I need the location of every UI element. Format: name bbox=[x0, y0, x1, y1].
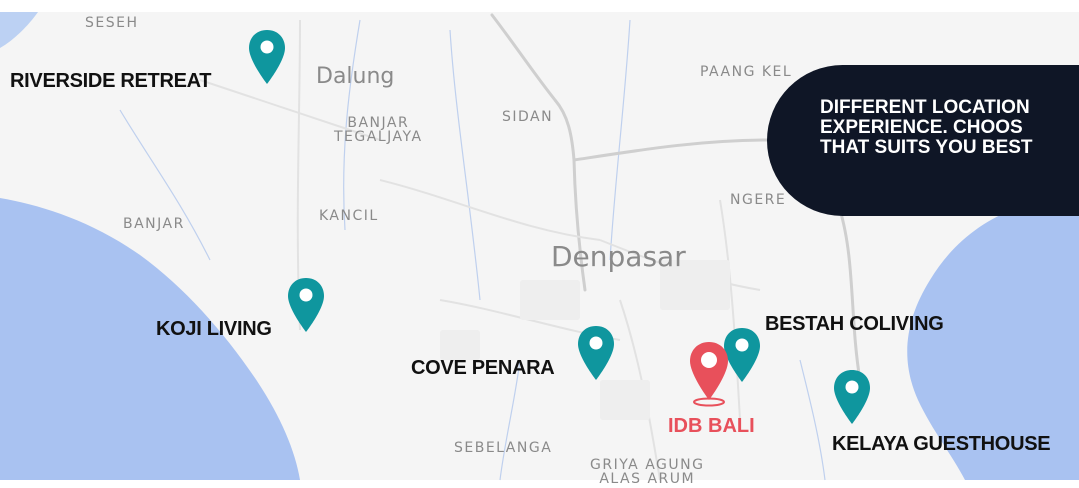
area-label-sidan: SIDAN bbox=[502, 109, 554, 125]
area-label-paang-kelod: PAANG KEL bbox=[700, 64, 793, 80]
map-pin-icon[interactable] bbox=[687, 340, 731, 408]
location-label-riverside-retreat[interactable]: RIVERSIDE RETREAT bbox=[10, 70, 212, 93]
location-label-koji-living[interactable]: KOJI LIVING bbox=[156, 318, 272, 341]
location-label-cove-penara[interactable]: COVE PENARA bbox=[411, 357, 555, 380]
callout-text: DIFFERENT LOCATION EXPERIENCE. CHOOS THA… bbox=[820, 97, 1033, 158]
city-label-denpasar: Denpasar bbox=[551, 240, 686, 273]
area-label-kancil: KANCIL bbox=[319, 208, 379, 224]
area-label-banjar-tegaljaya: BANJAR TEGALJAYA bbox=[334, 115, 423, 145]
info-callout: DIFFERENT LOCATION EXPERIENCE. CHOOS THA… bbox=[767, 65, 1079, 216]
location-label-idb-bali[interactable]: IDB BALI bbox=[668, 415, 755, 438]
area-label-ngereh: NGERE bbox=[730, 192, 787, 208]
map-pin-icon[interactable] bbox=[832, 368, 872, 428]
map-pin-icon[interactable] bbox=[576, 324, 616, 384]
area-label-sebelanga: SEBELANGA bbox=[454, 440, 553, 456]
location-label-kelaya-guesthouse[interactable]: KELAYA GUESTHOUSE bbox=[832, 433, 1051, 456]
map-pin-icon[interactable] bbox=[247, 28, 287, 88]
map-pin-icon[interactable] bbox=[286, 276, 326, 336]
location-label-bestah-coliving[interactable]: BESTAH COLIVING bbox=[765, 313, 944, 336]
area-label-griya-agung: GRIYA AGUNG ALAS ARUM bbox=[590, 457, 705, 487]
city-label-dalung: Dalung bbox=[316, 64, 395, 89]
area-label-seseh: SESEH bbox=[85, 15, 139, 31]
area-label-banjar: BANJAR bbox=[123, 216, 185, 232]
map-canvas[interactable]: SESEH BANJAR TEGALJAYA SIDAN PAANG KEL N… bbox=[0, 0, 1079, 488]
